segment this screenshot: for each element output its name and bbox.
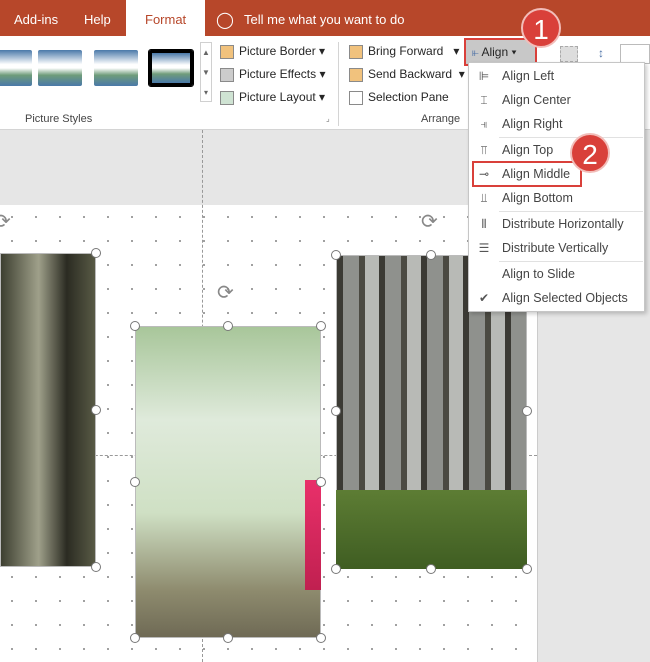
rotate-handle-icon[interactable]: ⟳	[217, 280, 234, 305]
lightbulb-icon: ◯	[216, 12, 234, 29]
menu-item-align-top[interactable]: ⫪ Align Top	[469, 138, 644, 162]
dialog-launcher-icon[interactable]: ⌟	[326, 114, 330, 123]
resize-handle[interactable]	[522, 406, 532, 416]
picture-border-button[interactable]: Picture Border ▾	[220, 41, 325, 61]
picture-style-1[interactable]	[0, 50, 32, 86]
resize-handle[interactable]	[130, 477, 140, 487]
resize-handle[interactable]	[426, 564, 436, 574]
resize-handle[interactable]	[331, 564, 341, 574]
menu-item-align-selected-objects[interactable]: ✔ Align Selected Objects	[469, 286, 644, 310]
photo-misty-railway[interactable]	[135, 326, 321, 638]
styles-gallery-scroll[interactable]: ▲ ▼ ▾	[200, 42, 212, 102]
resize-handle[interactable]	[223, 321, 233, 331]
canvas-top	[0, 130, 537, 205]
align-dropdown-menu: ⊫ Align Left ⌶ Align Center ⫣ Align Right ⫪…	[468, 62, 645, 312]
picture-style-2[interactable]	[38, 50, 82, 86]
check-icon: ✔	[478, 291, 490, 305]
distribute-vertically-icon: ☰	[478, 241, 490, 255]
group-divider	[338, 42, 339, 126]
resize-handle[interactable]	[331, 250, 341, 260]
picture-styles-group-label: Picture Styles	[25, 113, 93, 125]
rotate-handle-icon[interactable]: ⟳	[421, 209, 438, 234]
tab-add-ins[interactable]: Add-ins	[0, 0, 72, 40]
selection-pane-button[interactable]: Selection Pane	[349, 87, 449, 107]
resize-handle[interactable]	[91, 562, 101, 572]
bring-forward-button[interactable]: Bring Forward ▾	[349, 41, 459, 61]
menu-item-distribute-vertically[interactable]: ☰ Distribute Vertically	[469, 236, 644, 260]
photo-flowers	[305, 480, 321, 590]
resize-handle[interactable]	[522, 564, 532, 574]
picture-style-4[interactable]	[148, 49, 194, 87]
resize-handle[interactable]	[331, 406, 341, 416]
selection-pane-icon	[349, 90, 363, 105]
send-backward-icon	[349, 67, 363, 82]
align-top-icon: ⫪	[480, 143, 488, 157]
step-badge-2: 2	[570, 133, 610, 173]
align-left-icon: ⊫	[478, 69, 490, 83]
resize-handle[interactable]	[91, 248, 101, 258]
send-backward-button[interactable]: Send Backward ▾	[349, 64, 465, 84]
resize-handle[interactable]	[130, 321, 140, 331]
menu-item-align-center[interactable]: ⌶ Align Center	[469, 88, 644, 112]
tab-help[interactable]: Help	[70, 0, 125, 40]
align-center-icon: ⌶	[480, 93, 488, 107]
rotate-handle-icon[interactable]: ⟳	[0, 209, 11, 234]
photo-forest-left[interactable]	[0, 253, 96, 567]
resize-handle[interactable]	[223, 633, 233, 643]
crop-icon[interactable]	[560, 46, 578, 62]
tell-me-search[interactable]: Tell me what you want to do	[244, 12, 404, 27]
picture-style-3[interactable]	[94, 50, 138, 86]
picture-effects-button[interactable]: Picture Effects ▾	[220, 64, 326, 84]
distribute-horizontally-icon: ⫴	[481, 217, 487, 231]
menu-item-align-right[interactable]: ⫣ Align Right	[469, 112, 644, 136]
picture-border-icon	[220, 44, 234, 59]
picture-layout-button[interactable]: Picture Layout ▾	[220, 87, 325, 107]
tab-format[interactable]: Format	[126, 0, 206, 40]
picture-effects-icon	[220, 67, 234, 82]
menu-item-distribute-horizontally[interactable]: ⫴ Distribute Horizontally	[469, 212, 644, 236]
resize-handle[interactable]	[426, 250, 436, 260]
resize-handle[interactable]	[316, 321, 326, 331]
menu-item-align-to-slide[interactable]: Align to Slide	[469, 262, 644, 286]
picture-layout-icon	[220, 90, 234, 105]
bring-forward-icon	[349, 44, 363, 59]
photo-grass	[336, 490, 527, 569]
menu-item-align-left[interactable]: ⊫ Align Left	[469, 64, 644, 88]
resize-handle[interactable]	[316, 633, 326, 643]
step-badge-1: 1	[521, 8, 561, 48]
resize-handle[interactable]	[91, 405, 101, 415]
align-bottom-icon: ⫫	[480, 191, 488, 205]
height-icon: ↕	[598, 46, 604, 60]
menu-item-align-bottom[interactable]: ⫫ Align Bottom	[469, 186, 644, 210]
arrange-group-label: Arrange	[421, 113, 461, 125]
align-right-icon: ⫣	[480, 117, 488, 131]
resize-handle[interactable]	[316, 477, 326, 487]
highlight-align-middle	[472, 161, 582, 187]
resize-handle[interactable]	[130, 633, 140, 643]
height-input[interactable]	[620, 44, 650, 64]
